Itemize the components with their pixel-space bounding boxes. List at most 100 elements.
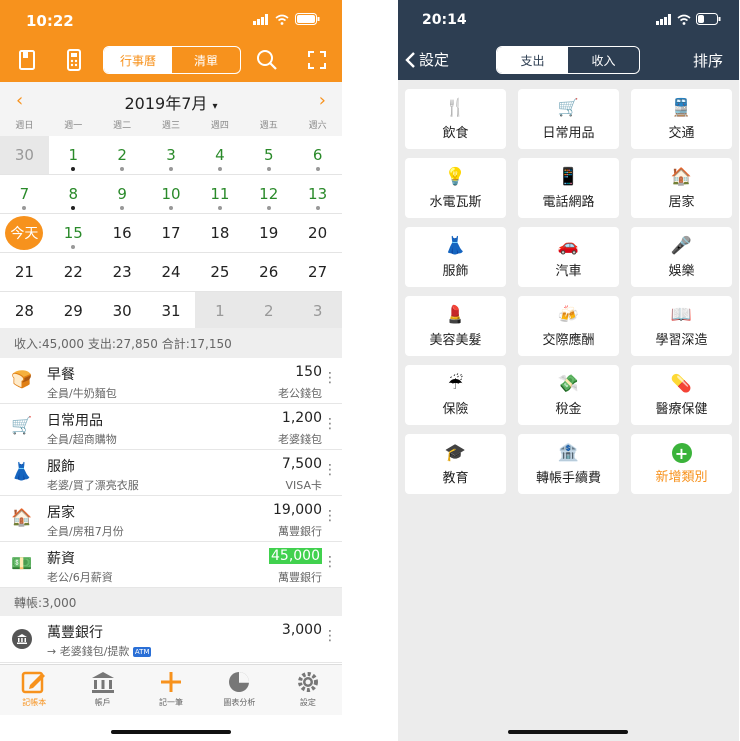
atm-icon: ATM <box>132 647 152 657</box>
calendar-day[interactable]: 1 <box>195 292 245 330</box>
calendar-day[interactable]: 9 <box>98 175 147 213</box>
calendar-day[interactable]: 1 <box>49 136 98 174</box>
house-icon: 🏠 <box>670 167 693 187</box>
category-tile[interactable]: 🚆 交通 <box>631 89 732 149</box>
calendar-day[interactable]: 24 <box>147 253 196 291</box>
calendar-day[interactable]: 20 <box>293 214 342 252</box>
more-icon[interactable]: ⋮ <box>323 462 337 478</box>
calendar-day[interactable]: 29 <box>49 292 98 330</box>
wifi-icon <box>275 14 289 25</box>
fullscreen-icon[interactable] <box>305 48 329 72</box>
calendar-day[interactable]: 3 <box>147 136 196 174</box>
category-tile[interactable]: 👗 服飾 <box>405 227 506 287</box>
category-tile[interactable]: 🎓 教育 <box>405 434 506 494</box>
category-tile[interactable]: 🏠 居家 <box>631 158 732 218</box>
category-tile[interactable]: 🍴 飲食 <box>405 89 506 149</box>
category-tile[interactable]: 📖 學習深造 <box>631 296 732 356</box>
category-label: 電話網路 <box>542 195 595 210</box>
category-label: 稅金 <box>555 402 582 417</box>
has-entry-dot <box>71 167 76 171</box>
calendar-day[interactable]: 11 <box>195 175 244 213</box>
calendar-day[interactable]: 30 <box>98 292 147 330</box>
transfer-row[interactable]: 萬豐銀行 → 老婆錢包/提款 ATM 3,000 ⋮ <box>0 616 342 663</box>
calendar-day[interactable]: 31 <box>147 292 196 330</box>
calendar-day[interactable]: 28 <box>0 292 49 330</box>
category-tile[interactable]: 🎤 娛樂 <box>631 227 732 287</box>
calendar-day[interactable]: 30 <box>0 136 49 174</box>
category-tile[interactable]: 📱 電話網路 <box>518 158 619 218</box>
next-month-icon[interactable]: › <box>319 90 326 111</box>
calendar-day[interactable]: 3 <box>293 292 342 330</box>
category-tile[interactable]: 🏦 轉帳手續費 <box>518 434 619 494</box>
tab-calendar[interactable]: 行事曆 <box>104 47 172 73</box>
tab-list[interactable]: 清單 <box>172 47 240 73</box>
more-icon[interactable]: ⋮ <box>323 628 337 644</box>
tab-income[interactable]: 收入 <box>568 47 639 73</box>
calendar-day-today[interactable]: 今天 <box>0 214 49 252</box>
transaction-row[interactable]: 🍞 早餐 全員/牛奶麵包 150 老公錢包 ⋮ <box>0 358 342 404</box>
category-tile[interactable]: ☔ 保險 <box>405 365 506 425</box>
transaction-row[interactable]: 🏠 居家 全員/房租7月份 19,000 萬豐銀行 ⋮ <box>0 496 342 542</box>
calendar-day[interactable]: 22 <box>49 253 98 291</box>
transaction-account: 萬豐銀行 <box>278 571 322 584</box>
calendar-day[interactable]: 13 <box>293 175 342 213</box>
more-icon[interactable]: ⋮ <box>323 416 337 432</box>
calendar-day[interactable]: 26 <box>244 253 293 291</box>
transaction-subtitle: 老婆/買了漂亮衣服 <box>47 479 139 492</box>
tab-expense[interactable]: 支出 <box>497 47 568 73</box>
calendar-day[interactable]: 2 <box>244 292 294 330</box>
back-label: 設定 <box>419 51 450 69</box>
calendar-day[interactable]: 4 <box>195 136 244 174</box>
calendar-day[interactable]: 19 <box>244 214 293 252</box>
tab-label: 記一筆 <box>159 698 184 707</box>
calendar-day[interactable]: 10 <box>147 175 196 213</box>
transaction-row[interactable]: 🛒 日常用品 全員/超商購物 1,200 老婆錢包 ⋮ <box>0 404 342 450</box>
calendar-day[interactable]: 25 <box>195 253 244 291</box>
transaction-row[interactable]: 👗 服飾 老婆/買了漂亮衣服 7,500 VISA卡 ⋮ <box>0 450 342 496</box>
category-tile[interactable]: 💡 水電瓦斯 <box>405 158 506 218</box>
sort-button[interactable]: 排序 <box>693 50 723 71</box>
category-tile[interactable]: 💊 醫療保健 <box>631 365 732 425</box>
tab-settings[interactable]: 設定 <box>274 665 342 715</box>
category-tile[interactable]: 💄 美容美髮 <box>405 296 506 356</box>
tab-accounts[interactable]: 帳戶 <box>68 665 136 715</box>
tab-add-entry[interactable]: 記一筆 <box>137 665 205 715</box>
book-icon[interactable] <box>15 48 39 72</box>
calendar-day[interactable]: 7 <box>0 175 49 213</box>
more-icon[interactable]: ⋮ <box>323 370 337 386</box>
add-category-button[interactable]: + 新增類別 <box>631 434 732 494</box>
calendar-day[interactable]: 6 <box>293 136 342 174</box>
calendar-day[interactable]: 2 <box>98 136 147 174</box>
calendar-day[interactable]: 12 <box>244 175 293 213</box>
calendar-day[interactable]: 23 <box>98 253 147 291</box>
back-button[interactable]: 設定 <box>404 49 449 70</box>
calendar-day[interactable]: 21 <box>0 253 49 291</box>
calculator-icon[interactable] <box>62 48 86 72</box>
calendar-day[interactable]: 16 <box>98 214 147 252</box>
calendar-day[interactable]: 27 <box>293 253 342 291</box>
calendar-day[interactable]: 8 <box>49 175 98 213</box>
calendar-day[interactable]: 5 <box>244 136 293 174</box>
tab-charts[interactable]: 圖表分析 <box>205 665 273 715</box>
calendar-day[interactable]: 18 <box>195 214 244 252</box>
category-tile[interactable]: 💸 稅金 <box>518 365 619 425</box>
category-label: 教育 <box>442 471 469 486</box>
transaction-title: 薪資 <box>47 551 75 567</box>
month-title[interactable]: 2019年7月 ▾ <box>0 90 342 114</box>
category-label: 居家 <box>668 195 695 210</box>
bank-icon <box>91 672 114 693</box>
caret-down-icon: ▾ <box>212 101 218 112</box>
tab-label: 設定 <box>299 698 316 707</box>
category-tile[interactable]: 🍻 交際應酬 <box>518 296 619 356</box>
category-tile[interactable]: 🛒 日常用品 <box>518 89 619 149</box>
tab-ledger[interactable]: 記帳本 <box>0 665 68 715</box>
lipstick-icon: 💄 <box>444 305 467 325</box>
calendar-day[interactable]: 15 <box>49 214 98 252</box>
more-icon[interactable]: ⋮ <box>323 554 337 570</box>
tab-label: 帳戶 <box>94 698 111 707</box>
transaction-row[interactable]: 💵 薪資 老公/6月薪資 45,000 萬豐銀行 ⋮ <box>0 542 342 588</box>
category-tile[interactable]: 🚗 汽車 <box>518 227 619 287</box>
calendar-day[interactable]: 17 <box>147 214 196 252</box>
more-icon[interactable]: ⋮ <box>323 508 337 524</box>
search-icon[interactable] <box>255 48 279 72</box>
